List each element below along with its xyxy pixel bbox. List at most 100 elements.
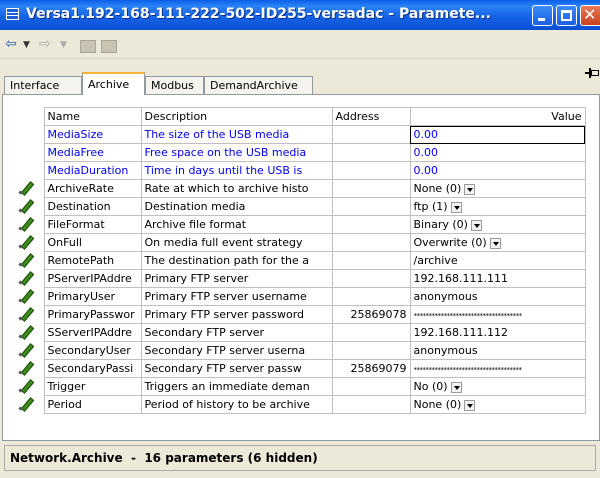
address-cell[interactable] xyxy=(331,395,411,414)
address-cell[interactable] xyxy=(331,143,411,162)
name-column-header[interactable]: Name xyxy=(43,107,142,126)
name-cell[interactable]: Trigger xyxy=(43,377,142,396)
value-cell[interactable]: anonymous xyxy=(409,341,586,360)
value-cell[interactable]: Binary (0) xyxy=(409,215,586,234)
value-cell[interactable]: ftp (1) xyxy=(409,197,586,216)
description-cell[interactable]: Time in days until the USB is xyxy=(140,161,333,180)
name-cell[interactable]: PrimaryPasswor xyxy=(43,305,142,324)
address-cell[interactable] xyxy=(331,341,411,360)
description-cell[interactable]: The size of the USB media xyxy=(140,125,333,144)
name-cell[interactable]: PServerIPAddre xyxy=(43,269,142,288)
table-row[interactable]: Trigger Triggers an immediate deman No (0) xyxy=(18,377,586,396)
table-row[interactable]: ArchiveRate Rate at which to archive hist… xyxy=(18,179,586,198)
tab-interface[interactable]: Interface xyxy=(4,76,82,94)
name-cell[interactable]: Destination xyxy=(43,197,142,216)
address-cell[interactable] xyxy=(331,287,411,306)
value-cell[interactable]: 0.00 xyxy=(409,125,586,144)
table-row[interactable]: MediaDuration Time in days until the USB … xyxy=(18,161,586,180)
dropdown-arrow-icon[interactable] xyxy=(464,183,476,195)
tab-archive[interactable]: Archive xyxy=(82,72,145,95)
description-cell[interactable]: Primary FTP server password xyxy=(140,305,333,324)
close-button[interactable]: ✕ xyxy=(580,5,600,26)
forward-arrow-icon[interactable]: ⇨ xyxy=(39,35,51,53)
address-cell[interactable] xyxy=(331,179,411,198)
description-column-header[interactable]: Description xyxy=(140,107,333,126)
name-cell[interactable]: MediaFree xyxy=(43,143,142,162)
name-cell[interactable]: ArchiveRate xyxy=(43,179,142,198)
value-cell[interactable]: /archive xyxy=(409,251,586,270)
dropdown-arrow-icon[interactable] xyxy=(470,219,482,231)
address-cell[interactable]: 25869078 xyxy=(331,305,411,324)
value-cell[interactable]: No (0) xyxy=(409,377,586,396)
description-cell[interactable]: Primary FTP server username xyxy=(140,287,333,306)
value-cell[interactable]: None (0) xyxy=(409,179,586,198)
maximize-button[interactable] xyxy=(556,5,577,26)
value-column-header[interactable]: Value xyxy=(409,107,586,126)
name-cell[interactable]: OnFull xyxy=(43,233,142,252)
description-cell[interactable]: Triggers an immediate deman xyxy=(140,377,333,396)
address-cell[interactable] xyxy=(331,197,411,216)
address-cell[interactable] xyxy=(331,215,411,234)
tab-demandarchive[interactable]: DemandArchive xyxy=(204,76,313,94)
dropdown-arrow-icon[interactable] xyxy=(489,237,501,249)
folder-icon[interactable] xyxy=(101,40,117,53)
folder-icon[interactable] xyxy=(80,40,96,53)
name-cell[interactable]: SecondaryUser xyxy=(43,341,142,360)
dropdown-arrow-icon[interactable] xyxy=(450,201,462,213)
dropdown-arrow-icon[interactable]: ▼ xyxy=(60,36,67,54)
table-row[interactable]: PrimaryUser Primary FTP server username an… xyxy=(18,287,586,306)
dropdown-arrow-icon[interactable] xyxy=(464,399,476,411)
description-cell[interactable]: Destination media xyxy=(140,197,333,216)
name-cell[interactable]: Period xyxy=(43,395,142,414)
name-cell[interactable]: RemotePath xyxy=(43,251,142,270)
description-cell[interactable]: The destination path for the a xyxy=(140,251,333,270)
address-cell[interactable] xyxy=(331,161,411,180)
description-cell[interactable]: Period of history to be archive xyxy=(140,395,333,414)
value-cell[interactable]: anonymous xyxy=(409,287,586,306)
description-cell[interactable]: Primary FTP server xyxy=(140,269,333,288)
name-cell[interactable]: PrimaryUser xyxy=(43,287,142,306)
table-row[interactable]: OnFull On media full event strategy Overwr… xyxy=(18,233,586,252)
value-cell[interactable]: 0.00 xyxy=(409,161,586,180)
address-cell[interactable] xyxy=(331,323,411,342)
description-cell[interactable]: Free space on the USB media xyxy=(140,143,333,162)
name-cell[interactable]: SServerIPAddre xyxy=(43,323,142,342)
value-cell[interactable]: 192.168.111.111 xyxy=(409,269,586,288)
back-arrow-icon[interactable]: ⇦ xyxy=(5,35,17,53)
table-row[interactable]: SecondaryPassi Secondary FTP server passw… xyxy=(18,359,586,378)
value-cell[interactable]: ************************************ xyxy=(409,359,586,378)
address-cell[interactable]: 25869079 xyxy=(331,359,411,378)
table-row[interactable]: PrimaryPasswor Primary FTP server passwor… xyxy=(18,305,586,324)
value-cell[interactable]: 0.00 xyxy=(409,143,586,162)
pin-icon[interactable] xyxy=(585,68,599,78)
name-cell[interactable]: MediaSize xyxy=(43,125,142,144)
tab-modbus[interactable]: Modbus xyxy=(145,76,204,94)
description-cell[interactable]: Secondary FTP server passw xyxy=(140,359,333,378)
description-cell[interactable]: Secondary FTP server userna xyxy=(140,341,333,360)
address-cell[interactable] xyxy=(331,251,411,270)
title-bar[interactable]: Versa1.192-168-111-222-502-ID255-versada… xyxy=(0,0,600,30)
description-cell[interactable]: Secondary FTP server xyxy=(140,323,333,342)
address-cell[interactable] xyxy=(331,125,411,144)
description-cell[interactable]: On media full event strategy xyxy=(140,233,333,252)
table-row[interactable]: SecondaryUser Secondary FTP server userna… xyxy=(18,341,586,360)
description-cell[interactable]: Rate at which to archive histo xyxy=(140,179,333,198)
address-cell[interactable] xyxy=(331,269,411,288)
table-row[interactable]: PServerIPAddre Primary FTP server 192.168.… xyxy=(18,269,586,288)
minimize-button[interactable] xyxy=(532,5,553,26)
address-cell[interactable] xyxy=(331,233,411,252)
name-cell[interactable]: FileFormat xyxy=(43,215,142,234)
table-row[interactable]: RemotePath The destination path for the a… xyxy=(18,251,586,270)
address-cell[interactable] xyxy=(331,377,411,396)
description-cell[interactable]: Archive file format xyxy=(140,215,333,234)
value-cell[interactable]: 192.168.111.112 xyxy=(409,323,586,342)
name-cell[interactable]: SecondaryPassi xyxy=(43,359,142,378)
address-column-header[interactable]: Address xyxy=(331,107,411,126)
value-cell[interactable]: Overwrite (0) xyxy=(409,233,586,252)
table-row[interactable]: Destination Destination media ftp (1) xyxy=(18,197,586,216)
dropdown-arrow-icon[interactable] xyxy=(450,381,462,393)
dropdown-arrow-icon[interactable]: ▼ xyxy=(23,36,30,54)
table-row[interactable]: MediaSize The size of the USB media 0.00 xyxy=(18,125,586,144)
table-row[interactable]: FileFormat Archive file format Binary (0) xyxy=(18,215,586,234)
value-cell[interactable]: None (0) xyxy=(409,395,586,414)
